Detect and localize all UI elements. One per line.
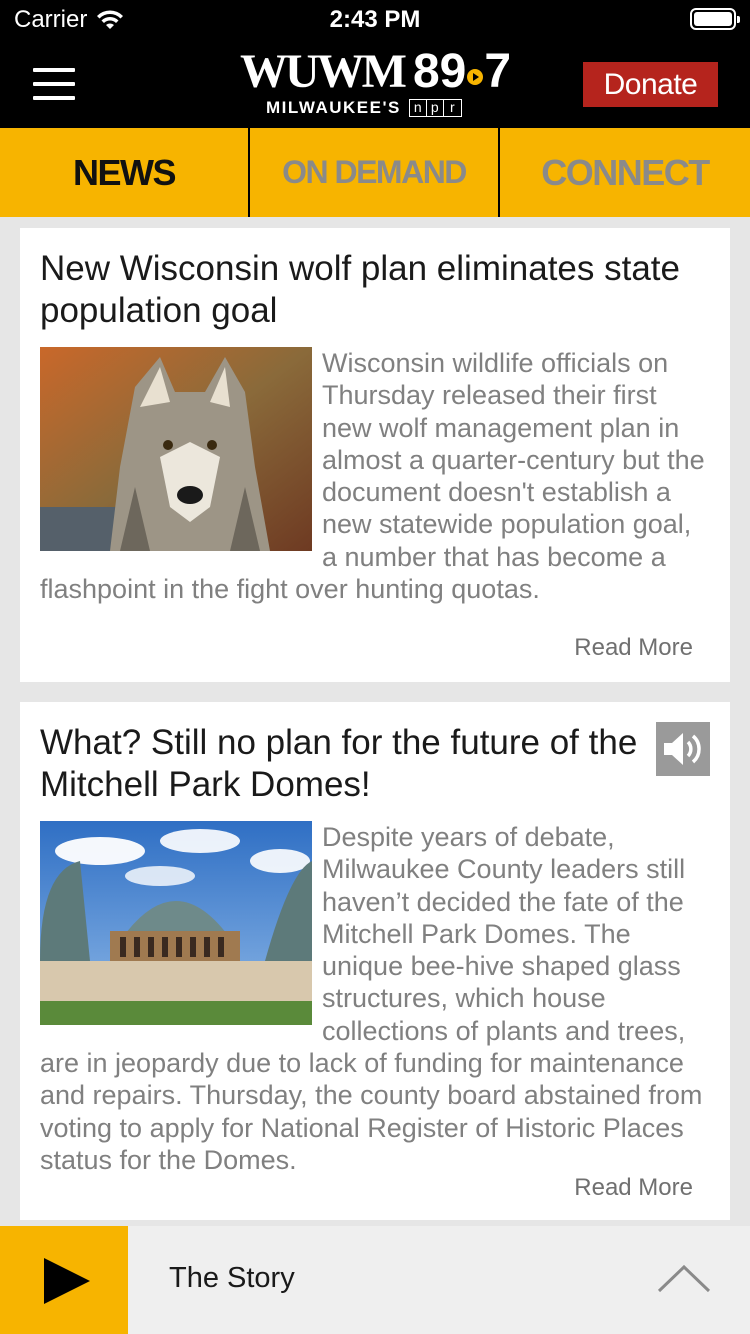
station-logo: WUWM 89 7 MILWAUKEE'S npr [240, 46, 512, 122]
story-title[interactable]: What? Still no plan for the future of th… [40, 722, 640, 806]
read-more-link[interactable]: Read More [574, 1174, 693, 1202]
status-time: 2:43 PM [329, 6, 421, 33]
npr-logo: npr [408, 99, 462, 117]
now-playing-title[interactable]: The Story [169, 1262, 295, 1295]
wolf-image[interactable] [40, 347, 312, 551]
story-card[interactable]: New Wisconsin wolf plan eliminates state… [20, 228, 730, 682]
logo-wordmark: WUWM 89 7 [240, 45, 512, 98]
logo-tagline: MILWAUKEE'S npr [266, 98, 462, 118]
section-tabs: NEWS ON DEMAND CONNECT [0, 128, 750, 217]
menu-icon[interactable] [33, 68, 75, 100]
app-header: WUWM 89 7 MILWAUKEE'S npr Donate [0, 40, 750, 128]
story-excerpt: Despite years of debate, Milwaukee Count… [40, 821, 703, 1175]
battery-icon [690, 8, 740, 30]
story-title[interactable]: New Wisconsin wolf plan eliminates state… [40, 248, 710, 332]
story-card[interactable]: What? Still no plan for the future of th… [20, 702, 730, 1220]
mini-player: The Story [0, 1226, 750, 1334]
story-excerpt: Wisconsin wildlife officials on Thursday… [40, 347, 705, 605]
donate-button[interactable]: Donate [583, 62, 718, 107]
status-bar: Carrier 2:43 PM [0, 0, 750, 40]
tab-on-demand[interactable]: ON DEMAND [250, 128, 500, 217]
tab-connect[interactable]: CONNECT [500, 128, 750, 217]
audio-speaker-icon[interactable] [656, 722, 710, 776]
play-dot-icon [467, 69, 484, 85]
domes-image[interactable] [40, 821, 312, 1025]
tab-news[interactable]: NEWS [0, 128, 250, 217]
play-icon[interactable] [0, 1226, 128, 1334]
chevron-up-icon[interactable] [656, 1262, 712, 1294]
read-more-link[interactable]: Read More [574, 634, 693, 662]
